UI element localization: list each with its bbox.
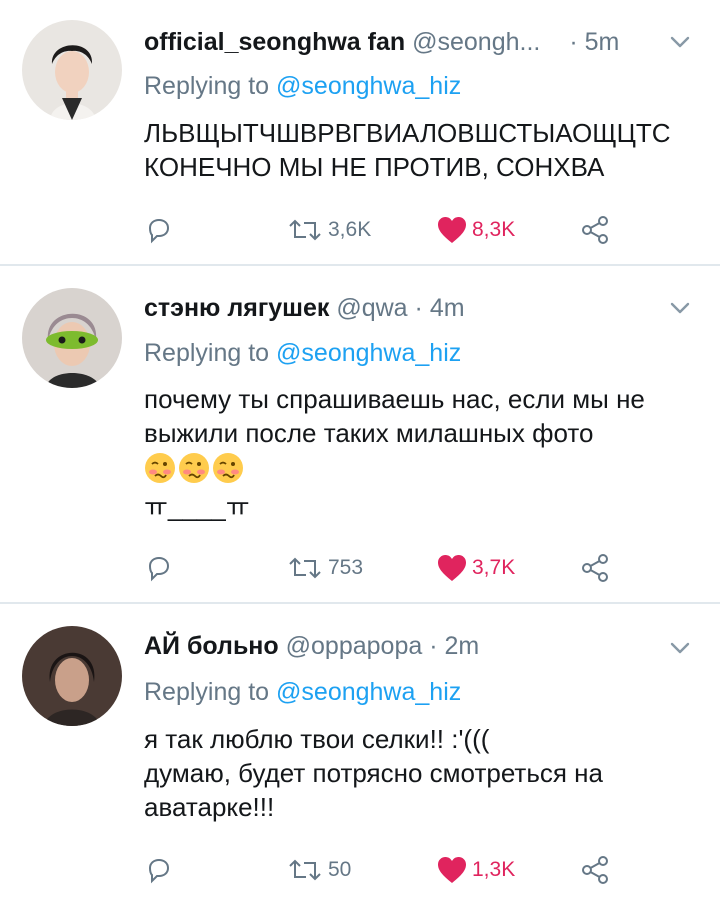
user-handle[interactable]: @seongh... — [412, 28, 540, 56]
display-name[interactable]: АЙ больно — [144, 632, 279, 660]
replying-handle[interactable]: @seonghwa_hiz — [276, 339, 461, 367]
tweet[interactable]: АЙ больно @оррарора · 2m Replying to @se… — [0, 604, 720, 902]
tweet-text-line: ЛЬВЩЫТЧШВРВГВИАЛОВШСТЫАОЩЦТС — [144, 118, 671, 148]
tweet-text-line: почему ты спрашиваешь нас, если мы не — [144, 384, 645, 414]
share-icon — [582, 554, 608, 582]
user-handle[interactable]: @оррарора — [286, 632, 423, 660]
avatar[interactable] — [22, 20, 122, 120]
tweet-text-line: думаю, будет потрясно смотреться на — [144, 758, 603, 788]
like-button[interactable]: 8,3K — [436, 210, 515, 250]
reply-icon — [148, 858, 170, 884]
like-button[interactable]: 3,7K — [436, 548, 515, 588]
tweet-actions: 50 1,3K — [144, 850, 624, 890]
heart-icon — [438, 555, 466, 581]
tweet-text-line: аватарке!!! — [144, 792, 275, 822]
tweet-text-line: ㅠ____ㅠ — [144, 492, 250, 522]
avatar[interactable] — [22, 288, 122, 388]
replying-prefix: Replying to — [144, 72, 277, 100]
timeline: official_seonghwa fan @seongh... · 5m Re… — [0, 0, 720, 902]
reply-icon — [148, 556, 170, 582]
timestamp[interactable]: · 4m — [415, 294, 465, 322]
retweet-icon — [289, 219, 321, 241]
woozy-face-emoji — [213, 453, 243, 483]
replying-prefix: Replying to — [144, 678, 277, 706]
reply-button[interactable] — [144, 850, 174, 890]
timestamp[interactable]: · 2m — [429, 632, 479, 660]
tweet-header: АЙ больно @оррарора · 2m — [144, 630, 690, 662]
tweet[interactable]: стэню лягушек @qwa · 4m Replying to @seo… — [0, 266, 720, 602]
tweet-text: я так люблю твои селки!! :'((( думаю, бу… — [144, 722, 690, 824]
tweet[interactable]: official_seonghwa fan @seongh... · 5m Re… — [0, 0, 720, 264]
tweet-actions: 753 3,7K — [144, 548, 624, 588]
display-name[interactable]: official_seonghwa fan — [144, 28, 405, 56]
timestamp[interactable]: · 5m — [569, 28, 619, 56]
retweet-icon — [289, 557, 321, 579]
replying-prefix: Replying to — [144, 339, 277, 367]
like-button[interactable]: 1,3K — [436, 850, 515, 890]
tweet-header: official_seonghwa fan @seongh... · 5m — [144, 26, 690, 58]
heart-icon — [438, 857, 466, 883]
tweet-header: стэню лягушек @qwa · 4m — [144, 292, 690, 324]
display-name[interactable]: стэню лягушек — [144, 294, 329, 322]
avatar[interactable] — [22, 626, 122, 726]
replying-handle[interactable]: @seonghwa_hiz — [276, 678, 461, 706]
tweet-actions: 3,6K 8,3K — [144, 210, 624, 250]
share-button[interactable] — [580, 210, 610, 250]
share-button[interactable] — [580, 548, 610, 588]
retweet-count: 50 — [328, 858, 352, 881]
retweet-button[interactable]: 753 — [286, 548, 363, 588]
retweet-count: 3,6K — [328, 218, 372, 241]
reply-button[interactable] — [144, 548, 174, 588]
user-handle[interactable]: @qwa — [336, 294, 407, 322]
tweet-text-line: я так люблю твои селки!! :'((( — [144, 724, 490, 754]
like-count: 8,3K — [472, 218, 516, 241]
reply-icon — [148, 218, 170, 244]
tweet-text-line: выжили после таких милашных фото — [144, 418, 594, 448]
retweet-icon — [289, 859, 321, 881]
replying-handle[interactable]: @seonghwa_hiz — [276, 72, 461, 100]
heart-icon — [438, 217, 466, 243]
chevron-down-icon[interactable] — [666, 28, 694, 56]
retweet-count: 753 — [328, 556, 364, 579]
like-count: 3,7K — [472, 556, 516, 579]
replying-to: Replying to @seonghwa_hiz — [144, 70, 461, 102]
chevron-down-icon[interactable] — [666, 294, 694, 322]
like-count: 1,3K — [472, 858, 516, 881]
woozy-face-emoji — [179, 453, 209, 483]
retweet-button[interactable]: 3,6K — [286, 210, 371, 250]
reply-button[interactable] — [144, 210, 174, 250]
retweet-button[interactable]: 50 — [286, 850, 351, 890]
woozy-face-emoji — [145, 453, 175, 483]
share-button[interactable] — [580, 850, 610, 890]
tweet-text-line: КОНЕЧНО МЫ НЕ ПРОТИВ, СОНХВА — [144, 152, 605, 182]
replying-to: Replying to @seonghwa_hiz — [144, 676, 461, 708]
share-icon — [582, 216, 608, 244]
tweet-text: ЛЬВЩЫТЧШВРВГВИАЛОВШСТЫАОЩЦТС КОНЕЧНО МЫ … — [144, 116, 690, 184]
tweet-text: почему ты спрашиваешь нас, если мы не вы… — [144, 382, 690, 524]
share-icon — [582, 856, 608, 884]
emoji-row — [144, 452, 690, 484]
replying-to: Replying to @seonghwa_hiz — [144, 337, 461, 369]
chevron-down-icon[interactable] — [666, 634, 694, 662]
